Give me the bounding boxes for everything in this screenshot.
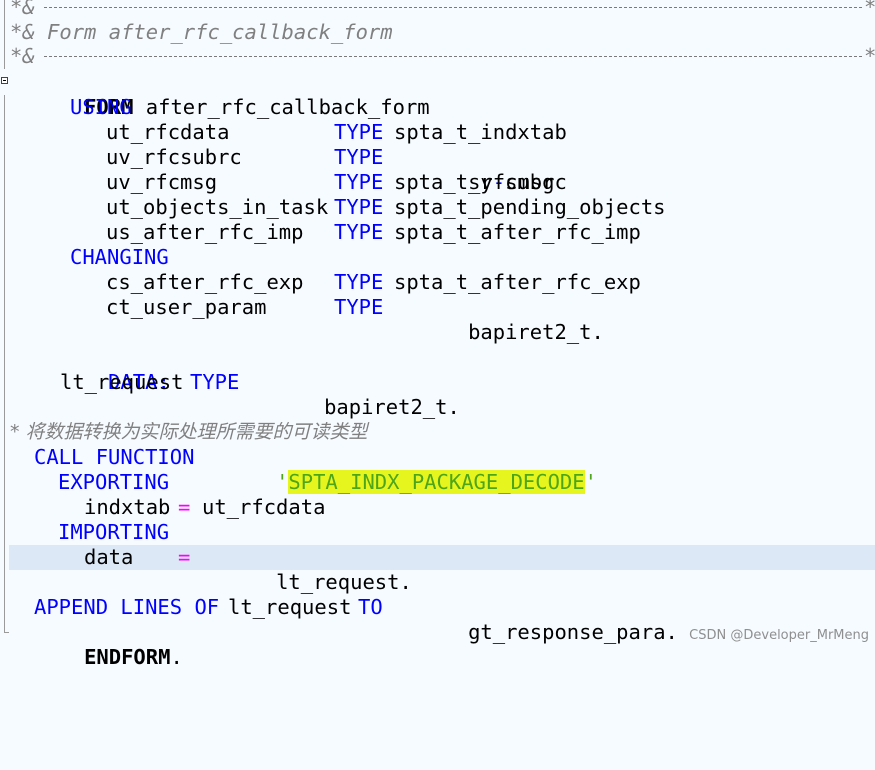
assign-operator: = — [178, 495, 191, 519]
gutter — [0, 395, 9, 420]
gutter — [0, 445, 9, 470]
gutter — [0, 295, 9, 320]
keyword-type: TYPE — [334, 295, 384, 319]
code-line-param[interactable]: uv_rfcmsg TYPE spta_t_rfcmsg — [0, 170, 875, 195]
gutter — [0, 570, 9, 595]
param-name: ct_user_param — [106, 295, 267, 319]
code-line-call-function[interactable]: CALL FUNCTION 'SPTA_INDX_PACKAGE_DECODE' — [0, 445, 875, 494]
param-name: us_after_rfc_imp — [106, 220, 304, 244]
comment-dash-rule — [44, 56, 862, 57]
comment-rule-end: * — [864, 0, 875, 20]
keyword-type: TYPE — [334, 220, 384, 244]
code-line-param[interactable]: uv_rfcsubrc TYPE sy-subrc — [0, 145, 875, 194]
code-line-param[interactable]: cs_after_rfc_exp TYPE spta_t_after_rfc_e… — [0, 270, 875, 295]
fold-toggle-icon[interactable] — [1, 77, 8, 84]
code-line-blank[interactable] — [0, 320, 875, 345]
gutter — [0, 620, 9, 645]
comment-rule-start: *& — [10, 44, 35, 68]
watermark: CSDN @Developer_MrMeng — [689, 628, 869, 643]
comment-form-title: *& Form after_rfc_callback_form — [10, 20, 393, 44]
code-line-exporting[interactable]: EXPORTING — [0, 470, 875, 495]
code-line-comment-rule-bottom[interactable]: *& * — [0, 44, 875, 69]
gutter — [0, 120, 9, 145]
gutter — [0, 195, 9, 220]
code-line-importing[interactable]: IMPORTING — [0, 520, 875, 545]
code-line-param[interactable]: us_after_rfc_imp TYPE spta_t_after_rfc_i… — [0, 220, 875, 245]
code-line-param[interactable]: ct_user_param TYPE bapiret2_t. — [0, 295, 875, 344]
param-name: cs_after_rfc_exp — [106, 270, 304, 294]
code-line-form[interactable]: FORM after_rfc_callback_form — [0, 70, 875, 119]
keyword-changing: CHANGING — [70, 245, 169, 269]
keyword-append-lines-of: APPEND LINES OF — [34, 595, 220, 619]
param-name: ut_objects_in_task — [106, 195, 329, 219]
param-type: spta_t_after_rfc_exp — [394, 270, 641, 294]
gutter — [0, 545, 9, 570]
comment-rule-start: *& — [10, 0, 35, 19]
gutter — [0, 520, 9, 545]
gutter — [0, 495, 9, 520]
code-line-using[interactable]: USING — [0, 95, 875, 120]
code-line-data[interactable]: DATA: — [0, 345, 875, 394]
keyword-exporting: EXPORTING — [58, 470, 170, 494]
gutter — [0, 370, 9, 395]
param-name: ut_rfcdata — [106, 120, 230, 144]
comment-dash-rule — [44, 7, 862, 8]
code-line-changing[interactable]: CHANGING — [0, 245, 875, 270]
exporting-param-value: ut_rfcdata — [202, 495, 326, 519]
comment-rule-end: * — [864, 44, 875, 69]
keyword-type: TYPE — [334, 270, 384, 294]
gutter — [0, 44, 9, 69]
keyword-type: TYPE — [334, 170, 384, 194]
gutter — [0, 470, 9, 495]
code-line-append[interactable]: APPEND LINES OF lt_request TO gt_respons… — [0, 595, 875, 644]
gutter — [0, 70, 9, 95]
param-type: spta_t_rfcmsg — [394, 170, 555, 194]
param-name: uv_rfcmsg — [106, 170, 218, 194]
code-line-comment[interactable]: * 将数据转换为实际处理所需要的可读类型 — [0, 420, 875, 445]
code-line-param[interactable]: ut_rfcdata TYPE spta_t_indxtab — [0, 120, 875, 145]
code-line-param[interactable]: ut_objects_in_task TYPE spta_t_pending_o… — [0, 195, 875, 220]
code-line-exporting-param[interactable]: indxtab = ut_rfcdata — [0, 495, 875, 520]
keyword-call-function: CALL FUNCTION — [34, 445, 195, 469]
gutter — [0, 20, 9, 45]
code-line-declaration[interactable]: lt_request TYPE bapiret2_t. — [0, 370, 875, 419]
gutter — [0, 420, 9, 445]
assign-operator: = — [178, 545, 191, 569]
gutter — [0, 595, 9, 620]
code-line-blank[interactable] — [0, 570, 875, 595]
keyword-type: TYPE — [334, 195, 384, 219]
abap-code-editor[interactable]: *& * *& Form after_rfc_callback_form *& … — [0, 0, 875, 669]
code-line-blank[interactable] — [0, 395, 875, 420]
param-type: spta_t_after_rfc_imp — [394, 220, 641, 244]
keyword-using: USING — [70, 95, 132, 119]
code-line-current[interactable]: data = lt_request. — [0, 545, 875, 594]
keyword-type: TYPE — [334, 145, 384, 169]
code-comment: * 将数据转换为实际处理所需要的可读类型 — [10, 421, 368, 443]
keyword-importing: IMPORTING — [58, 520, 170, 544]
gutter — [0, 245, 9, 270]
gutter — [0, 95, 9, 120]
keyword-type: TYPE — [334, 120, 384, 144]
keyword-to: TO — [358, 595, 383, 619]
gutter — [0, 145, 9, 170]
param-type: spta_t_pending_objects — [394, 195, 666, 219]
gutter — [0, 270, 9, 295]
exporting-param-name: indxtab — [84, 495, 171, 519]
param-name: uv_rfcsubrc — [106, 145, 242, 169]
append-source: lt_request — [228, 595, 352, 619]
code-line-comment-title[interactable]: *& Form after_rfc_callback_form — [0, 20, 875, 45]
importing-param-name: data — [84, 545, 134, 569]
keyword-type: TYPE — [190, 370, 240, 394]
gutter — [0, 345, 9, 370]
param-type: spta_t_indxtab — [394, 120, 567, 144]
gutter — [0, 320, 9, 345]
variable-name: lt_request — [60, 370, 184, 394]
gutter — [0, 220, 9, 245]
gutter — [0, 170, 9, 195]
